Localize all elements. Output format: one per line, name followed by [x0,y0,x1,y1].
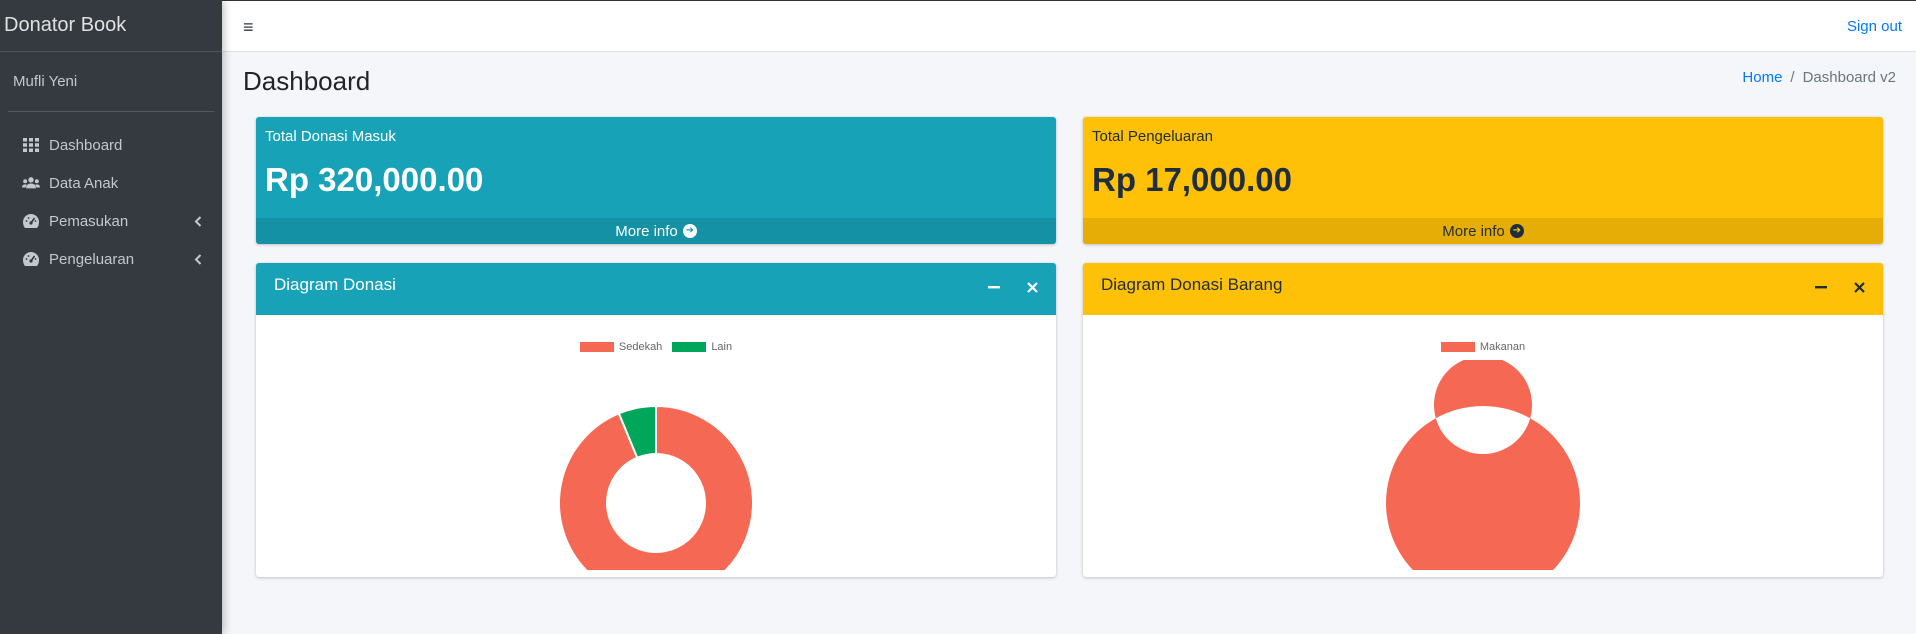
sidebar-item-pemasukan[interactable]: Pemasukan [0,202,222,240]
diagram-donasi-barang-card: Diagram Donasi Barang Makanan [1083,263,1883,577]
breadcrumb-separator: / [1790,69,1795,86]
top-navbar: ≡ Sign out [222,0,1916,52]
sidebar-item-dashboard[interactable]: Dashboard [0,126,222,164]
collapse-button[interactable] [984,277,1004,297]
sidebar-item-pengeluaran[interactable]: Pengeluaran [0,240,222,278]
user-name[interactable]: Mufli Yeni [13,73,77,90]
sidebar-nav: Dashboard Data Anak Pemasukan Pengeluara… [0,112,222,278]
legend-swatch [672,342,707,352]
box-label: Total Pengeluaran [1092,128,1213,145]
users-icon [22,175,40,191]
chart-legend: Sedekah Lain [256,341,1056,353]
card-header: Diagram Donasi [256,263,1056,315]
box-value: Rp 17,000.00 [1092,161,1292,198]
legend-label: Lain [711,341,733,353]
card-title: Diagram Donasi Barang [1101,275,1283,294]
chevron-left-icon [194,214,202,231]
brand-text: Donator Book [4,14,127,36]
close-icon [1853,281,1865,293]
sidebar-item-label: Dashboard [49,136,123,154]
doughnut-chart [1386,360,1580,570]
more-info-label: More info [615,222,678,240]
breadcrumb-home-link[interactable]: Home [1742,69,1782,86]
chevron-left-icon [194,252,202,269]
minus-icon [988,286,1000,289]
doughnut-chart [558,404,754,570]
sidebar-item-label: Data Anak [49,174,119,192]
sidebar: Donator Book Mufli Yeni Dashboard Data A… [0,0,222,634]
legend-item[interactable]: Makanan [1440,341,1526,353]
more-info-label: More info [1442,222,1505,240]
legend-swatch [579,342,614,352]
arrow-circle-right-icon: ➜ [682,224,697,238]
grid-icon [22,137,40,153]
card-header: Diagram Donasi Barang [1083,263,1883,315]
arrow-circle-right-icon: ➜ [1509,224,1524,238]
doughnut-slice-makanan[interactable] [1386,360,1580,570]
chart-legend: Makanan [1083,341,1883,353]
remove-button[interactable] [1849,277,1869,297]
hamburger-menu-icon[interactable]: ≡ [243,17,254,38]
minus-icon [1815,286,1827,289]
card-title: Diagram Donasi [274,275,396,294]
more-info-link[interactable]: More info ➜ [1083,218,1883,244]
page-title: Dashboard [243,66,371,96]
total-donasi-box: Total Donasi Masuk Rp 320,000.00 More in… [256,117,1056,244]
remove-button[interactable] [1022,277,1042,297]
box-label: Total Donasi Masuk [265,128,396,145]
sidebar-item-label: Pengeluaran [49,250,135,268]
brand-link[interactable]: Donator Book [0,0,222,52]
collapse-button[interactable] [1811,277,1831,297]
breadcrumb-current: Dashboard v2 [1802,69,1896,86]
total-pengeluaran-box: Total Pengeluaran Rp 17,000.00 More info… [1083,117,1883,244]
sign-out-link[interactable]: Sign out [1847,18,1902,35]
sidebar-item-label: Pemasukan [49,212,129,230]
breadcrumb: Home / Dashboard v2 [1742,69,1896,86]
diagram-donasi-card: Diagram Donasi Sedekah Lain [256,263,1056,577]
legend-label: Sedekah [618,341,663,353]
box-value: Rp 320,000.00 [265,161,484,198]
gauge-icon [22,251,40,267]
legend-label: Makanan [1479,341,1526,353]
sidebar-item-data-anak[interactable]: Data Anak [0,164,222,202]
legend-item[interactable]: Lain [672,341,732,353]
more-info-link[interactable]: More info ➜ [256,218,1056,244]
legend-swatch [1440,342,1475,352]
close-icon [1026,281,1038,293]
legend-item[interactable]: Sedekah [579,341,663,353]
gauge-icon [22,213,40,229]
user-panel[interactable]: Mufli Yeni [8,52,214,112]
